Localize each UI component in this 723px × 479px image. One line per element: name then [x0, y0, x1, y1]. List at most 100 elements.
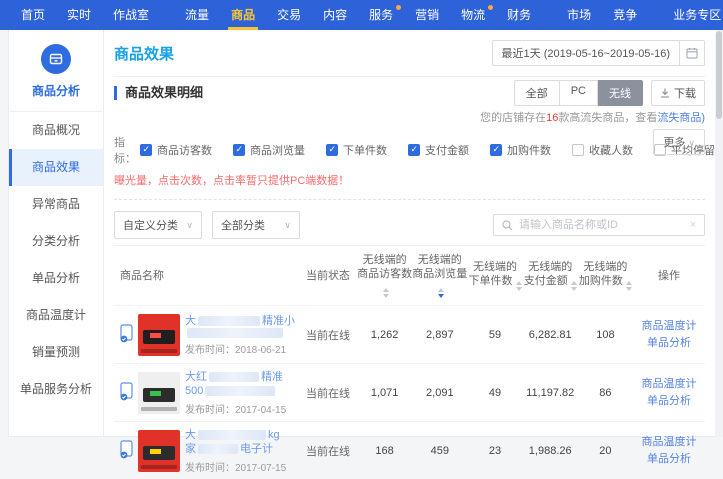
nav-item-竞争[interactable]: 竞争	[602, 0, 648, 30]
column-header-商品浏览量[interactable]: 无线端的商品浏览量	[412, 253, 467, 298]
product-name-link[interactable]: 500	[185, 384, 299, 398]
product-thumbnail[interactable]	[138, 430, 180, 472]
sort-down-arrow	[383, 294, 389, 298]
sidebar-item-单品分析[interactable]: 单品分析	[9, 260, 103, 297]
sidebar-item-商品温度计[interactable]: 商品温度计	[9, 297, 103, 334]
column-header-line2: 商品浏览量	[412, 267, 467, 298]
pc-data-warning: 曝光量，点击次数，点击率暂只提供PC端数据！	[114, 172, 705, 188]
action-link-单品分析[interactable]: 单品分析	[633, 335, 705, 352]
product-name-link[interactable]: 大精准小	[185, 314, 299, 328]
publish-date: 发布时间：2017-07-15	[185, 459, 299, 474]
sidebar-item-异常商品[interactable]: 异常商品	[9, 186, 103, 223]
product-cell: 大红 精准 500 发布时间：2017-04-15	[114, 370, 299, 416]
notice-text: 款高流失商品，查看	[558, 112, 657, 124]
nav-item-物流[interactable]: 物流	[450, 0, 496, 30]
thumbnail-screen	[150, 391, 161, 396]
sort-down-arrow	[516, 287, 522, 291]
metric-checkbox-商品浏览量[interactable]: 商品浏览量	[233, 142, 305, 158]
sidebar-item-分类分析[interactable]: 分类分析	[9, 223, 103, 260]
download-icon	[660, 88, 670, 98]
section-title: 商品效果明细	[114, 86, 203, 100]
metric-checkbox-收藏人数[interactable]: 收藏人数	[572, 142, 633, 158]
nav-item-服务[interactable]: 服务	[358, 0, 404, 30]
sort-icon	[516, 281, 522, 291]
actions-cell: 商品温度计单品分析	[633, 318, 705, 352]
product-name-link[interactable]: 家电子计	[185, 442, 299, 456]
product-cell: 大kg家电子计发布时间：2017-07-15	[114, 428, 299, 474]
publish-date: 发布时间：2017-04-15	[185, 401, 299, 416]
nav-item-流量[interactable]: 流量	[174, 0, 220, 30]
nav-item-交易[interactable]: 交易	[266, 0, 312, 30]
sidebar-item-商品概况[interactable]: 商品概况	[9, 112, 103, 149]
value-cell: 2,091	[412, 387, 467, 399]
nav-item-实时[interactable]: 实时	[56, 0, 102, 30]
action-link-单品分析[interactable]: 单品分析	[633, 451, 705, 468]
nav-item-业务专区[interactable]: 业务专区	[662, 0, 723, 30]
product-name-link[interactable]: 大kg	[185, 428, 299, 442]
action-link-商品温度计[interactable]: 商品温度计	[633, 376, 705, 393]
metric-checkbox-商品访客数[interactable]: 商品访客数	[140, 142, 212, 158]
nav-item-内容[interactable]: 内容	[312, 0, 358, 30]
sort-up-arrow	[571, 281, 577, 285]
column-header-下单件数[interactable]: 无线端的下单件数	[467, 260, 522, 291]
column-header-支付金额[interactable]: 无线端的支付金额	[523, 260, 578, 291]
action-link-单品分析[interactable]: 单品分析	[633, 393, 705, 410]
churn-count: 16	[546, 112, 558, 124]
column-header-商品访客数[interactable]: 无线端的商品访客数	[357, 253, 412, 298]
sidebar-item-商品效果[interactable]: 商品效果	[9, 149, 103, 186]
tab-无线[interactable]: 无线	[598, 80, 643, 106]
sidebar-item-销量预测[interactable]: 销量预测	[9, 334, 103, 371]
checkbox-icon	[408, 144, 420, 156]
custom-category-select[interactable]: 自定义分类∨	[114, 211, 202, 239]
value-cell: 49	[467, 387, 522, 399]
product-name-text: 精准	[261, 370, 283, 384]
nav-item-营销[interactable]: 营销	[404, 0, 450, 30]
product-name-text: 大红	[185, 370, 207, 384]
action-link-商品温度计[interactable]: 商品温度计	[633, 434, 705, 451]
table-body: 大精准小发布时间：2018-06-21当前在线1,2622,897596,282…	[114, 305, 705, 479]
value-cell: 459	[412, 445, 467, 457]
product-thumbnail[interactable]	[138, 372, 180, 414]
sort-down-arrow	[571, 287, 577, 291]
metric-checkbox-加购件数[interactable]: 加购件数	[490, 142, 551, 158]
product-search-input[interactable]	[519, 219, 684, 231]
table-row: 大kg家电子计发布时间：2017-07-15当前在线168459231,988.…	[114, 421, 705, 479]
sort-up-arrow	[383, 288, 389, 292]
product-thumbnail[interactable]	[138, 314, 180, 356]
sort-icon	[383, 288, 389, 298]
thumbnail-screen	[150, 333, 161, 338]
content-wrap: 商品分析 商品概况商品效果异常商品分类分析单品分析商品温度计销量预测单品服务分析…	[0, 30, 723, 443]
tab-PC[interactable]: PC	[560, 80, 598, 106]
metric-checkbox-下单件数[interactable]: 下单件数	[326, 142, 387, 158]
sort-down-arrow	[626, 287, 632, 291]
product-name-text: 500	[185, 384, 203, 398]
redacted-text	[198, 430, 266, 440]
more-metrics-button[interactable]: 更多 ∨	[653, 129, 705, 155]
thumbnail-base	[141, 407, 178, 411]
product-name-link[interactable]	[185, 328, 299, 338]
nav-item-市场[interactable]: 市场	[556, 0, 602, 30]
tab-全部[interactable]: 全部	[514, 80, 560, 106]
nav-item-商品[interactable]: 商品	[220, 0, 266, 30]
nav-item-作战室[interactable]: 作战室	[102, 0, 160, 30]
clear-search-icon[interactable]: ×	[690, 219, 696, 231]
sort-icon	[438, 288, 444, 298]
dashed-divider	[114, 199, 705, 200]
table-row: 大红精准500发布时间：2017-04-15当前在线1,0712,0914911…	[114, 363, 705, 421]
nav-item-首页[interactable]: 首页	[10, 0, 56, 30]
column-header-line1: 无线端的	[467, 260, 522, 274]
product-name-link[interactable]: 大红 精准	[185, 370, 299, 384]
nav-item-财务[interactable]: 财务	[496, 0, 542, 30]
action-link-商品温度计[interactable]: 商品温度计	[633, 318, 705, 335]
metric-checkbox-支付金额[interactable]: 支付金额	[408, 142, 469, 158]
date-range-value[interactable]: 最近1天 (2019-05-16~2019-05-16)	[492, 40, 680, 66]
column-header-加购件数[interactable]: 无线端的加购件数	[578, 260, 633, 291]
all-category-select[interactable]: 全部分类∨	[212, 211, 300, 239]
sidebar-item-单品服务分析[interactable]: 单品服务分析	[9, 371, 103, 408]
calendar-button[interactable]	[680, 40, 705, 66]
notification-dot-icon	[396, 5, 401, 10]
product-name-text: 大	[185, 428, 196, 442]
download-button[interactable]: 下载	[651, 80, 705, 106]
scrollbar-thumb[interactable]	[716, 31, 722, 119]
churn-goods-link[interactable]: 流失商品)	[657, 112, 705, 124]
